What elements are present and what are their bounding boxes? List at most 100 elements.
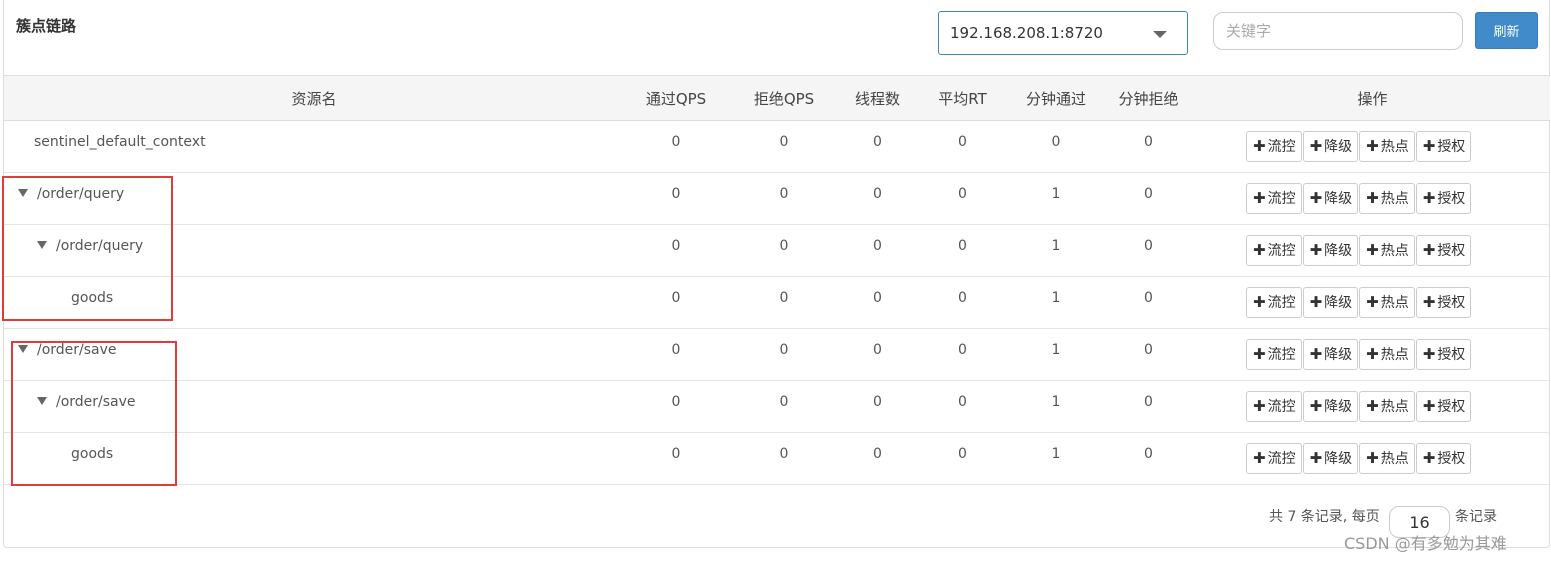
metric-min-pass: 1 xyxy=(1010,276,1102,329)
metric-pass-qps: 0 xyxy=(624,432,728,485)
action-label: 降级 xyxy=(1324,139,1353,155)
auth-rule-button[interactable]: ✚ 授权 xyxy=(1415,339,1472,370)
degrade-rule-button[interactable]: ✚ 降级 xyxy=(1302,287,1359,318)
action-label: 流控 xyxy=(1267,347,1296,363)
plus-icon: ✚ xyxy=(1309,293,1323,311)
hot-rule-button[interactable]: ✚ 热点 xyxy=(1359,287,1415,318)
action-label: 流控 xyxy=(1267,451,1296,467)
metric-avg-rt: 0 xyxy=(915,380,1010,433)
col-block-qps: 拒绝QPS xyxy=(728,75,840,121)
metric-min-block: 0 xyxy=(1102,224,1195,277)
hot-rule-button[interactable]: ✚ 热点 xyxy=(1359,183,1415,214)
col-pass-qps: 通过QPS xyxy=(624,75,728,121)
flow-rule-button[interactable]: ✚ 流控 xyxy=(1246,235,1302,266)
metric-threads: 0 xyxy=(840,224,915,277)
hot-rule-button[interactable]: ✚ 热点 xyxy=(1359,339,1415,370)
flow-rule-button[interactable]: ✚ 流控 xyxy=(1246,339,1302,370)
action-label: 授权 xyxy=(1437,139,1466,155)
table-row: /order/save 0 0 0 0 1 0 ✚ 流控 ✚ 降级 ✚ 热点 ✚ 授权 xyxy=(4,328,1550,381)
metric-min-pass: 1 xyxy=(1010,172,1102,225)
machine-select[interactable]: 192.168.208.1:8720 xyxy=(938,11,1188,55)
flow-rule-button[interactable]: ✚ 流控 xyxy=(1246,443,1302,474)
hot-rule-button[interactable]: ✚ 热点 xyxy=(1359,235,1415,266)
metric-min-block: 0 xyxy=(1102,328,1195,381)
action-label: 降级 xyxy=(1324,295,1353,311)
records-suffix: 条记录 xyxy=(1455,509,1497,525)
metric-block-qps: 0 xyxy=(728,432,840,485)
degrade-rule-button[interactable]: ✚ 降级 xyxy=(1302,183,1359,214)
plus-icon: ✚ xyxy=(1422,397,1436,415)
col-resource-name: 资源名 xyxy=(4,75,624,121)
refresh-button[interactable]: 刷新 xyxy=(1475,12,1538,49)
degrade-rule-button[interactable]: ✚ 降级 xyxy=(1302,391,1359,422)
hot-rule-button[interactable]: ✚ 热点 xyxy=(1359,131,1415,162)
metric-pass-qps: 0 xyxy=(624,172,728,225)
metric-min-pass: 1 xyxy=(1010,380,1102,433)
auth-rule-button[interactable]: ✚ 授权 xyxy=(1415,183,1472,214)
plus-icon: ✚ xyxy=(1253,449,1266,467)
action-label: 流控 xyxy=(1267,399,1296,415)
table-row: goods 0 0 0 0 1 0 ✚ 流控 ✚ 降级 ✚ 热点 ✚ 授权 xyxy=(4,432,1550,485)
metric-avg-rt: 0 xyxy=(915,328,1010,381)
metric-avg-rt: 0 xyxy=(915,224,1010,277)
plus-icon: ✚ xyxy=(1422,293,1436,311)
action-label: 流控 xyxy=(1267,139,1296,155)
chevron-down-icon xyxy=(1153,31,1167,38)
metric-min-pass: 1 xyxy=(1010,224,1102,277)
degrade-rule-button[interactable]: ✚ 降级 xyxy=(1302,339,1359,370)
auth-rule-button[interactable]: ✚ 授权 xyxy=(1415,443,1472,474)
flow-rule-button[interactable]: ✚ 流控 xyxy=(1246,183,1302,214)
auth-rule-button[interactable]: ✚ 授权 xyxy=(1415,391,1472,422)
metric-pass-qps: 0 xyxy=(624,120,728,173)
metric-block-qps: 0 xyxy=(728,120,840,173)
action-label: 热点 xyxy=(1380,191,1409,207)
plus-icon: ✚ xyxy=(1309,449,1323,467)
plus-icon: ✚ xyxy=(1422,137,1436,155)
metric-min-pass: 1 xyxy=(1010,328,1102,381)
metric-threads: 0 xyxy=(840,380,915,433)
hot-rule-button[interactable]: ✚ 热点 xyxy=(1359,443,1415,474)
metric-block-qps: 0 xyxy=(728,380,840,433)
plus-icon: ✚ xyxy=(1366,345,1379,363)
metric-min-block: 0 xyxy=(1102,276,1195,329)
plus-icon: ✚ xyxy=(1309,345,1323,363)
search-input[interactable] xyxy=(1213,12,1463,50)
action-label: 热点 xyxy=(1380,451,1409,467)
degrade-rule-button[interactable]: ✚ 降级 xyxy=(1302,131,1359,162)
table-row: /order/query 0 0 0 0 1 0 ✚ 流控 ✚ 降级 ✚ 热点 ✚ 授权 xyxy=(4,172,1550,225)
metric-min-block: 0 xyxy=(1102,172,1195,225)
auth-rule-button[interactable]: ✚ 授权 xyxy=(1415,131,1472,162)
hot-rule-button[interactable]: ✚ 热点 xyxy=(1359,391,1415,422)
actions-cell: ✚ 流控 ✚ 降级 ✚ 热点 ✚ 授权 xyxy=(1195,224,1550,277)
action-label: 降级 xyxy=(1324,451,1353,467)
flow-rule-button[interactable]: ✚ 流控 xyxy=(1246,391,1302,422)
col-threads: 线程数 xyxy=(840,75,915,121)
metric-threads: 0 xyxy=(840,432,915,485)
actions-cell: ✚ 流控 ✚ 降级 ✚ 热点 ✚ 授权 xyxy=(1195,172,1550,225)
metric-avg-rt: 0 xyxy=(915,432,1010,485)
metric-pass-qps: 0 xyxy=(624,224,728,277)
auth-rule-button[interactable]: ✚ 授权 xyxy=(1415,235,1472,266)
col-avg-rt: 平均RT xyxy=(915,75,1010,121)
action-label: 流控 xyxy=(1267,191,1296,207)
action-label: 授权 xyxy=(1437,295,1466,311)
action-label: 授权 xyxy=(1437,347,1466,363)
table-header: 资源名 通过QPS 拒绝QPS 线程数 平均RT 分钟通过 分钟拒绝 操作 xyxy=(4,75,1550,121)
metric-pass-qps: 0 xyxy=(624,380,728,433)
plus-icon: ✚ xyxy=(1253,345,1266,363)
auth-rule-button[interactable]: ✚ 授权 xyxy=(1415,287,1472,318)
degrade-rule-button[interactable]: ✚ 降级 xyxy=(1302,235,1359,266)
resource-name: sentinel_default_context xyxy=(34,134,206,150)
metric-min-block: 0 xyxy=(1102,380,1195,433)
action-label: 热点 xyxy=(1380,295,1409,311)
table-row: sentinel_default_context 0 0 0 0 0 0 ✚ 流控 ✚ 降级 ✚ 热点 ✚… xyxy=(4,120,1550,173)
degrade-rule-button[interactable]: ✚ 降级 xyxy=(1302,443,1359,474)
metric-min-pass: 0 xyxy=(1010,120,1102,173)
plus-icon: ✚ xyxy=(1309,137,1323,155)
flow-rule-button[interactable]: ✚ 流控 xyxy=(1246,287,1302,318)
plus-icon: ✚ xyxy=(1366,293,1379,311)
table-row: /order/query 0 0 0 0 1 0 ✚ 流控 ✚ 降级 ✚ 热点 ✚ 授权 xyxy=(4,224,1550,277)
flow-rule-button[interactable]: ✚ 流控 xyxy=(1246,131,1302,162)
plus-icon: ✚ xyxy=(1366,137,1379,155)
table-row: goods 0 0 0 0 1 0 ✚ 流控 ✚ 降级 ✚ 热点 ✚ 授权 xyxy=(4,276,1550,329)
